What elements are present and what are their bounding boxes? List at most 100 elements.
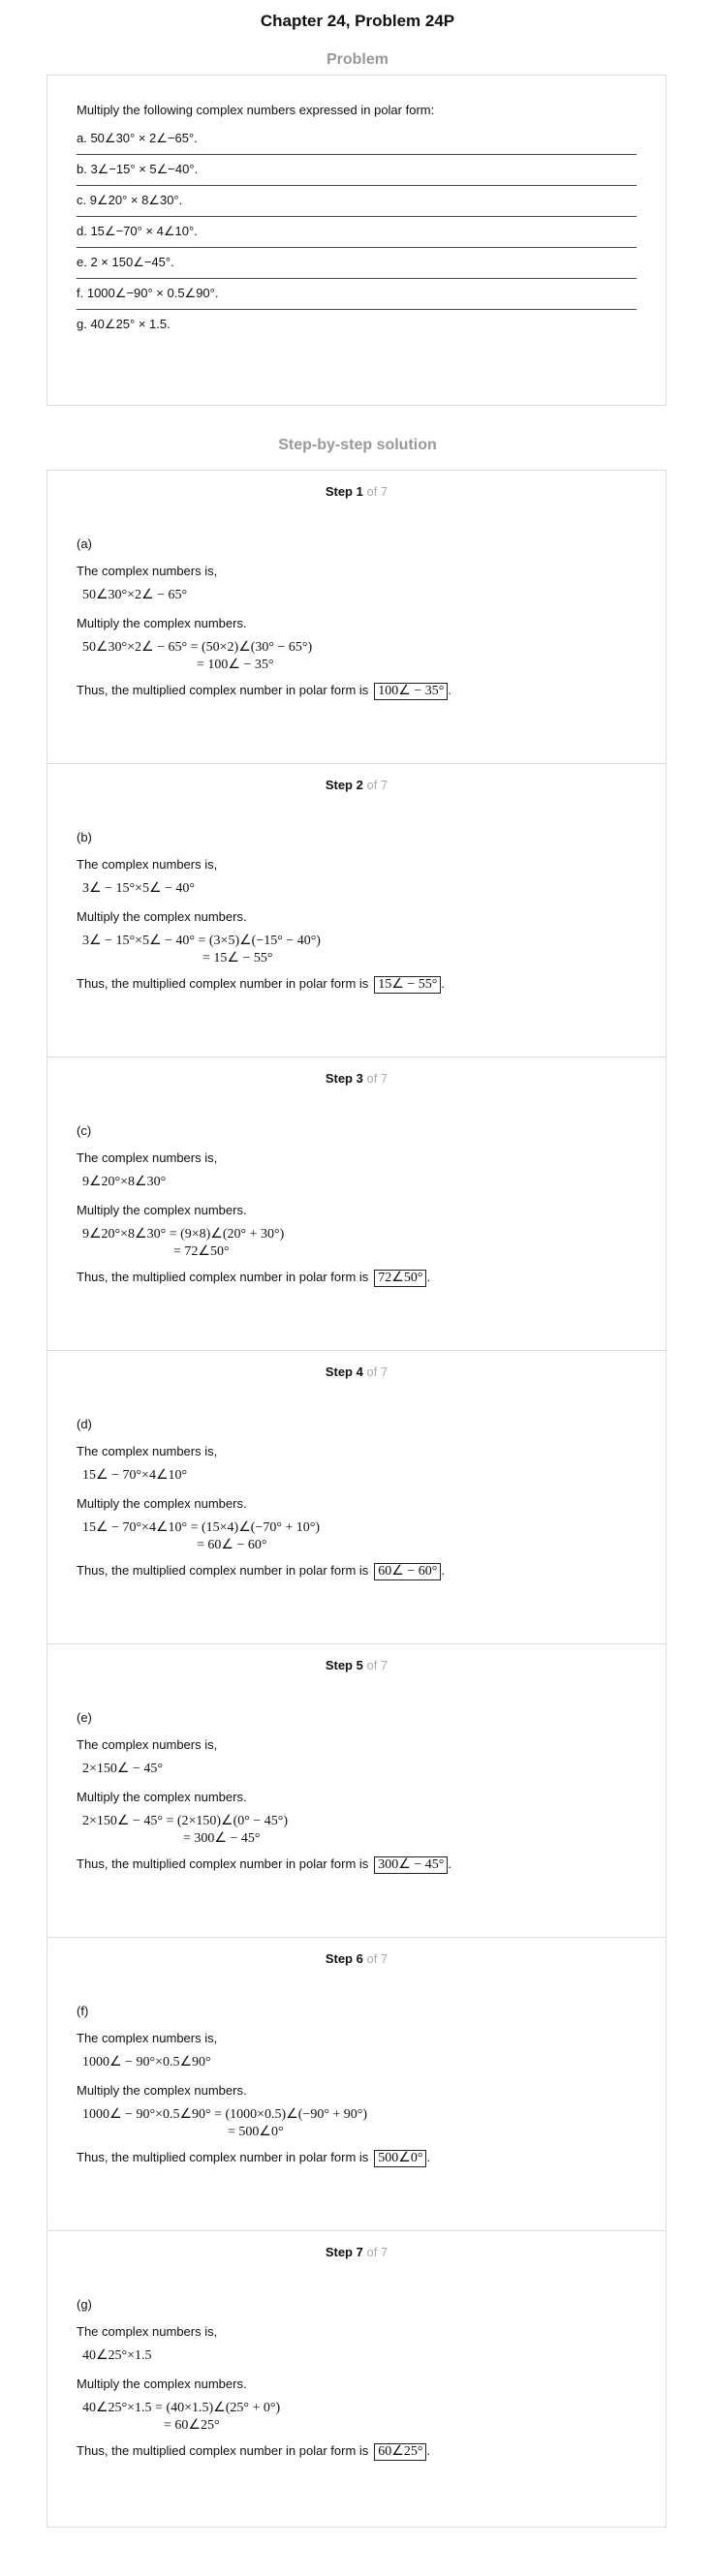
step-header: Step 2 of 7	[77, 764, 637, 793]
step-result: Thus, the multiplied complex number in p…	[77, 1563, 445, 1580]
step-label: Step 3	[325, 1071, 363, 1086]
result-text: Thus, the multiplied complex number in p…	[77, 2443, 369, 2458]
equation-line: 15∠ − 70°×4∠10° = (15×4)∠(−70° + 10°)	[82, 1520, 321, 1535]
result-text: Thus, the multiplied complex number in p…	[77, 1856, 369, 1871]
step-result: Thus, the multiplied complex number in p…	[77, 1856, 451, 1874]
step-expression: 15∠ − 70°×4∠10°	[82, 1468, 188, 1483]
step-text: Multiply the complex numbers.	[77, 2377, 247, 2391]
step-header: Step 5 of 7	[77, 1644, 637, 1673]
step-result: Thus, the multiplied complex number in p…	[77, 683, 451, 700]
step-block: Step 4 of 7 (d) The complex numbers is, …	[47, 1351, 666, 1644]
step-header: Step 1 of 7	[77, 471, 637, 500]
page-title: Chapter 24, Problem 24P	[260, 12, 455, 30]
step-header: Step 4 of 7	[77, 1351, 637, 1380]
problem-item-b: b. 3∠−15° × 5∠−40°.	[77, 155, 637, 186]
step-count: of 7	[366, 1951, 389, 1966]
step-text: The complex numbers is,	[77, 1150, 218, 1165]
equation-line: = 60∠ − 60°	[197, 1538, 267, 1552]
step-label: Step 5	[325, 1658, 363, 1672]
step-text: The complex numbers is,	[77, 1737, 218, 1752]
step-count: of 7	[366, 778, 389, 792]
answer-box: 500∠0°	[374, 2150, 427, 2167]
step-part-label: (d)	[77, 1417, 92, 1431]
step-label: Step 2	[325, 778, 363, 792]
step-equation: 2×150∠ − 45° = (2×150)∠(0° − 45°) = 300∠…	[77, 1813, 637, 1848]
step-result: Thus, the multiplied complex number in p…	[77, 1270, 431, 1287]
step-text: Multiply the complex numbers.	[77, 1496, 247, 1511]
equation-line: 40∠25°×1.5 = (40×1.5)∠(25° + 0°)	[82, 2401, 281, 2415]
step-expression: 2×150∠ − 45°	[82, 1762, 163, 1776]
step-block: Step 2 of 7 (b) The complex numbers is, …	[47, 764, 666, 1058]
step-count: of 7	[366, 1071, 389, 1086]
step-result: Thus, the multiplied complex number in p…	[77, 2150, 431, 2167]
result-text: Thus, the multiplied complex number in p…	[77, 1563, 369, 1578]
problem-heading: Problem	[326, 51, 389, 68]
step-expression: 40∠25°×1.5	[82, 2348, 152, 2363]
equation-line: 2×150∠ − 45° = (2×150)∠(0° − 45°)	[82, 1814, 289, 1828]
step-count: of 7	[366, 1658, 389, 1672]
step-expression: 3∠ − 15°×5∠ − 40°	[82, 881, 195, 896]
step-block: Step 3 of 7 (c) The complex numbers is, …	[47, 1058, 666, 1351]
step-text: The complex numbers is,	[77, 2324, 218, 2339]
equation-line: = 100∠ − 35°	[197, 658, 274, 672]
step-label: Step 4	[325, 1365, 363, 1379]
step-result: Thus, the multiplied complex number in p…	[77, 2443, 431, 2461]
step-part-label: (a)	[77, 537, 92, 551]
step-text: Multiply the complex numbers.	[77, 1790, 247, 1804]
step-text: The complex numbers is,	[77, 564, 218, 578]
answer-box: 100∠ − 35°	[374, 683, 449, 700]
step-text: Multiply the complex numbers.	[77, 1203, 247, 1217]
step-count: of 7	[366, 1365, 389, 1379]
step-equation: 3∠ − 15°×5∠ − 40° = (3×5)∠(−15° − 40°) =…	[77, 933, 637, 967]
problem-item-a: a. 50∠30° × 2∠−65°.	[77, 124, 637, 155]
step-part-label: (c)	[77, 1123, 92, 1138]
equation-line: 50∠30°×2∠ − 65° = (50×2)∠(30° − 65°)	[82, 640, 313, 655]
step-expression: 50∠30°×2∠ − 65°	[82, 588, 188, 602]
step-label: Step 7	[325, 2245, 363, 2259]
problem-card: Multiply the following complex numbers e…	[47, 75, 667, 406]
step-count: of 7	[366, 2245, 389, 2259]
step-text: The complex numbers is,	[77, 857, 218, 872]
step-part-label: (f)	[77, 2004, 89, 2018]
result-text: Thus, the multiplied complex number in p…	[77, 2150, 369, 2164]
step-block: Step 5 of 7 (e) The complex numbers is, …	[47, 1644, 666, 1938]
step-label: Step 6	[325, 1951, 363, 1966]
step-result: Thus, the multiplied complex number in p…	[77, 976, 445, 994]
step-equation: 50∠30°×2∠ − 65° = (50×2)∠(30° − 65°) = 1…	[77, 639, 637, 674]
result-text: Thus, the multiplied complex number in p…	[77, 976, 369, 991]
solution-steps: Step 1 of 7 (a) The complex numbers is, …	[47, 470, 667, 2528]
problem-item-c: c. 9∠20° × 8∠30°.	[77, 186, 637, 217]
equation-line: = 500∠0°	[228, 2125, 284, 2139]
step-block: Step 6 of 7 (f) The complex numbers is, …	[47, 1938, 666, 2231]
problem-item-g: g. 40∠25° × 1.5.	[77, 317, 171, 331]
step-header: Step 3 of 7	[77, 1058, 637, 1087]
step-block: Step 7 of 7 (g) The complex numbers is, …	[47, 2231, 666, 2526]
equation-line: = 300∠ − 45°	[183, 1831, 261, 1846]
equation-line: 1000∠ − 90°×0.5∠90° = (1000×0.5)∠(−90° +…	[82, 2107, 368, 2122]
step-text: Multiply the complex numbers.	[77, 616, 247, 630]
step-equation: 1000∠ − 90°×0.5∠90° = (1000×0.5)∠(−90° +…	[77, 2106, 637, 2141]
equation-line: = 72∠50°	[173, 1244, 230, 1259]
step-part-label: (b)	[77, 830, 92, 844]
equation-line: = 60∠25°	[164, 2418, 220, 2433]
step-text: Multiply the complex numbers.	[77, 2083, 247, 2098]
step-text: The complex numbers is,	[77, 1444, 218, 1458]
problem-item-e: e. 2 × 150∠−45°.	[77, 248, 637, 279]
step-equation: 15∠ − 70°×4∠10° = (15×4)∠(−70° + 10°) = …	[77, 1519, 637, 1554]
equation-line: 9∠20°×8∠30° = (9×8)∠(20° + 30°)	[82, 1227, 285, 1242]
step-equation: 9∠20°×8∠30° = (9×8)∠(20° + 30°) = 72∠50°	[77, 1226, 637, 1261]
answer-box: 300∠ − 45°	[374, 1856, 449, 1874]
step-part-label: (g)	[77, 2297, 92, 2312]
answer-box: 15∠ − 55°	[374, 976, 442, 994]
step-expression: 1000∠ − 90°×0.5∠90°	[82, 2055, 211, 2070]
result-text: Thus, the multiplied complex number in p…	[77, 1270, 369, 1284]
problem-item-f: f. 1000∠−90° × 0.5∠90°.	[77, 279, 637, 310]
equation-line: = 15∠ − 55°	[202, 951, 273, 966]
answer-box: 60∠25°	[374, 2443, 427, 2461]
step-part-label: (e)	[77, 1710, 92, 1725]
step-label: Step 1	[325, 484, 363, 499]
step-expression: 9∠20°×8∠30°	[82, 1175, 167, 1189]
step-text: Multiply the complex numbers.	[77, 909, 247, 924]
step-equation: 40∠25°×1.5 = (40×1.5)∠(25° + 0°) = 60∠25…	[77, 2400, 637, 2435]
answer-box: 72∠50°	[374, 1270, 427, 1287]
